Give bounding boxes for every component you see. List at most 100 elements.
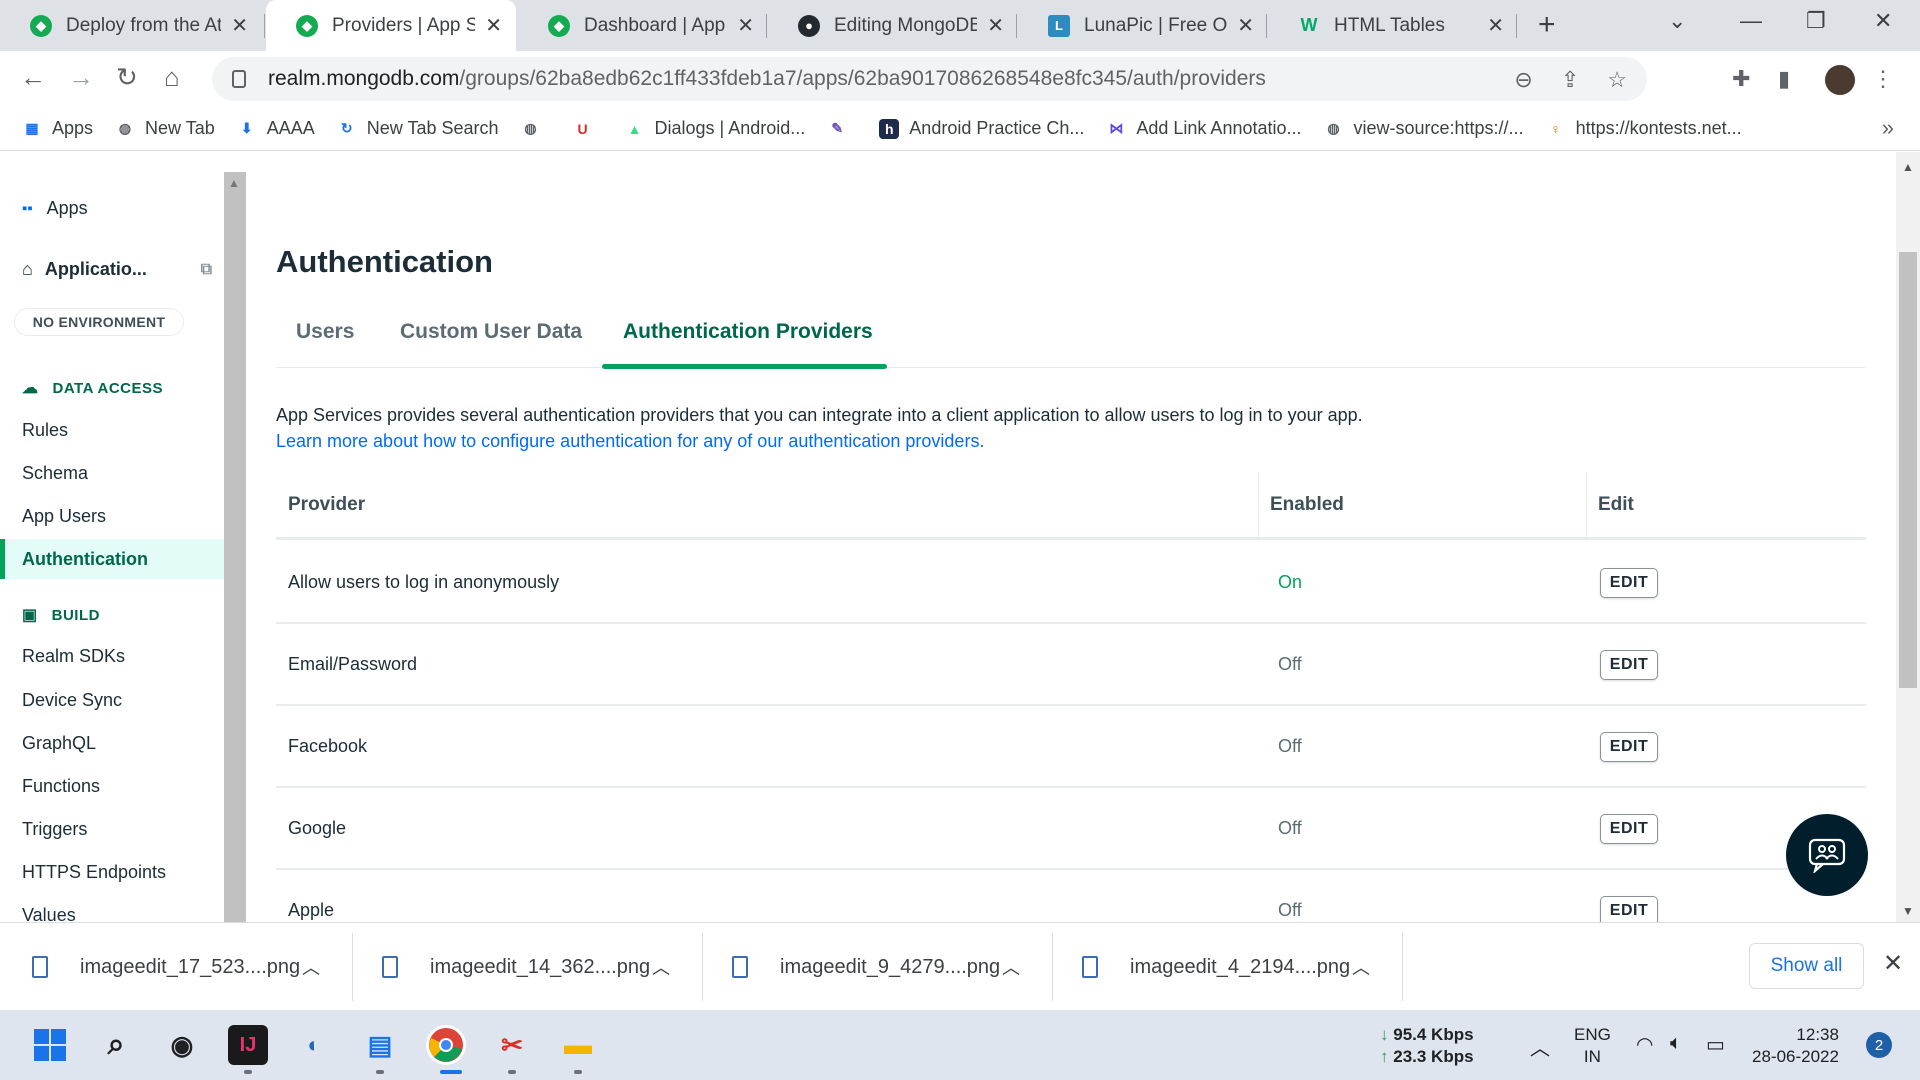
snipping-tool-icon[interactable]: ✂ — [492, 1025, 532, 1065]
intellij-icon[interactable]: IJ — [228, 1025, 268, 1065]
bookmark-dialogs-android[interactable]: ▲ Dialogs | Android... — [625, 118, 806, 139]
show-hidden-icons-icon[interactable]: ︿ — [1530, 1032, 1550, 1061]
notification-badge[interactable]: 2 — [1866, 1032, 1892, 1058]
back-icon[interactable]: ← — [20, 62, 46, 93]
input-language[interactable]: ENG IN — [1574, 1024, 1611, 1068]
share-icon[interactable]: ⇪ — [1561, 67, 1579, 93]
volume-icon[interactable]: 🔈︎ — [1670, 1032, 1682, 1055]
close-window-icon[interactable]: ✕ — [1874, 8, 1892, 34]
camera-icon[interactable]: ◉ — [162, 1025, 202, 1065]
download-item[interactable]: imageedit_9_4279....png ︿ — [700, 923, 1050, 1011]
sidebar-scrollbar[interactable] — [224, 172, 246, 922]
close-shelf-icon[interactable]: ✕ — [1883, 949, 1903, 978]
system-clock[interactable]: 12:38 28-06-2022 — [1752, 1024, 1839, 1068]
search-icon[interactable]: ⌕ — [96, 1025, 136, 1065]
minimize-icon[interactable]: — — [1740, 8, 1762, 34]
header-enabled[interactable]: Enabled — [1270, 494, 1344, 516]
learn-more-link[interactable]: Learn more about how to configure authen… — [276, 428, 984, 454]
forward-icon[interactable]: → — [68, 62, 94, 93]
restore-icon[interactable]: ❐ — [1806, 8, 1826, 34]
chevron-up-icon[interactable]: ︿ — [1352, 954, 1370, 980]
download-item[interactable]: imageedit_14_362....png ︿ — [350, 923, 700, 1011]
file-explorer-icon[interactable]: ▬ — [558, 1025, 598, 1065]
browser-tab-5[interactable]: W HTML Tables ✕ — [1268, 0, 1518, 51]
sidebar-item-app-users[interactable]: App Users — [22, 506, 106, 527]
chevron-up-icon[interactable]: ︿ — [1002, 954, 1020, 980]
sidebar-item-graphql[interactable]: GraphQL — [22, 733, 96, 754]
whatsapp-like-icon[interactable]: ◐ — [294, 1025, 334, 1065]
bookmark-view-source[interactable]: ◍ view-source:https://... — [1324, 118, 1523, 139]
edit-button[interactable]: EDIT — [1600, 896, 1658, 922]
bookmark-feather[interactable]: ✎ — [827, 119, 857, 139]
scroll-up-arrow-icon[interactable]: ▲ — [228, 176, 240, 190]
bookmark-add-link-annotation[interactable]: ⋈ Add Link Annotatio... — [1106, 118, 1301, 139]
close-tab-icon[interactable]: ✕ — [231, 13, 248, 38]
header-provider[interactable]: Provider — [288, 494, 365, 516]
sidebar-item-realm-sdks[interactable]: Realm SDKs — [22, 646, 125, 667]
sidebar-item-functions[interactable]: Functions — [22, 776, 100, 797]
close-tab-icon[interactable]: ✕ — [485, 13, 502, 38]
sidebar-apps-link[interactable]: ▪▪ Apps — [22, 198, 88, 219]
address-bar[interactable]: realm.mongodb.com/groups/62ba8edb62c1ff4… — [212, 57, 1647, 101]
close-tab-icon[interactable]: ✕ — [987, 13, 1004, 38]
show-all-downloads-button[interactable]: Show all — [1749, 943, 1864, 989]
browser-tab-1[interactable]: ◆ Providers | App Ser ✕ — [266, 0, 516, 51]
tab-users[interactable]: Users — [296, 320, 354, 344]
side-panel-icon[interactable]: ▮ — [1778, 66, 1790, 92]
bookmark-android-practice[interactable]: h Android Practice Ch... — [879, 118, 1084, 139]
reload-icon[interactable]: ↻ — [116, 62, 138, 93]
home-icon[interactable]: ⌂ — [164, 62, 180, 93]
new-tab-button[interactable]: + — [1538, 8, 1556, 42]
bookmark-globe[interactable]: ◍ — [521, 119, 551, 139]
edit-button[interactable]: EDIT — [1600, 650, 1658, 680]
scroll-down-arrow-icon[interactable]: ▼ — [1902, 904, 1914, 918]
bookmark-new-tab-search[interactable]: ↻ New Tab Search — [337, 118, 499, 139]
edit-button[interactable]: EDIT — [1600, 732, 1658, 762]
bookmark-aaaa[interactable]: ⬇ AAAA — [237, 118, 315, 139]
scroll-up-arrow-icon[interactable]: ▲ — [1902, 160, 1914, 174]
lock-icon[interactable] — [232, 70, 246, 88]
wifi-icon[interactable]: ◠ — [1636, 1032, 1653, 1057]
sidebar-item-values[interactable]: Values — [22, 905, 76, 922]
chevron-up-icon[interactable]: ︿ — [302, 954, 320, 980]
chat-support-button[interactable] — [1786, 814, 1868, 896]
sidebar-item-device-sync[interactable]: Device Sync — [22, 690, 122, 711]
zoom-icon[interactable]: ⊖ — [1514, 67, 1532, 93]
extensions-icon[interactable]: ✚ — [1732, 66, 1750, 92]
browser-tab-4[interactable]: L LunaPic | Free Onlin ✕ — [1018, 0, 1268, 51]
bookmark-apps[interactable]: ▦ Apps — [22, 118, 93, 139]
bookmark-kontests[interactable]: ♀ https://kontests.net... — [1546, 118, 1741, 139]
notepad-icon[interactable]: ▤ — [360, 1025, 400, 1065]
copy-icon[interactable]: ⧉ — [201, 261, 212, 279]
download-item[interactable]: imageedit_4_2194....png ︿ — [1050, 923, 1400, 1011]
more-bookmarks-icon[interactable]: » — [1882, 115, 1894, 141]
profile-avatar[interactable] — [1825, 65, 1855, 95]
close-tab-icon[interactable]: ✕ — [1487, 13, 1504, 38]
sidebar-item-https-endpoints[interactable]: HTTPS Endpoints — [22, 862, 166, 883]
page-scrollbar-thumb[interactable] — [1899, 252, 1917, 688]
sidebar-item-schema[interactable]: Schema — [22, 463, 88, 484]
chrome-icon[interactable] — [426, 1025, 466, 1065]
battery-icon[interactable]: ▭ — [1706, 1032, 1725, 1057]
sidebar-item-triggers[interactable]: Triggers — [22, 819, 87, 840]
tab-authentication-providers[interactable]: Authentication Providers — [623, 320, 873, 344]
edit-button[interactable]: EDIT — [1600, 568, 1658, 598]
download-item[interactable]: imageedit_17_523....png ︿ — [0, 923, 350, 1011]
windows-start-icon[interactable] — [30, 1025, 70, 1065]
bookmark-u[interactable]: U — [573, 119, 603, 139]
bookmark-new-tab[interactable]: ◍ New Tab — [115, 118, 215, 139]
sidebar-item-authentication[interactable]: Authentication — [0, 539, 224, 579]
browser-tab-0[interactable]: ◆ Deploy from the At ✕ — [0, 0, 262, 51]
sidebar-item-rules[interactable]: Rules — [22, 420, 68, 441]
close-tab-icon[interactable]: ✕ — [737, 13, 754, 38]
bookmark-star-icon[interactable]: ☆ — [1607, 67, 1627, 93]
tab-custom-user-data[interactable]: Custom User Data — [400, 320, 582, 344]
tab-search-icon[interactable]: ⌄ — [1668, 8, 1686, 34]
chevron-up-icon[interactable]: ︿ — [652, 954, 670, 980]
close-tab-icon[interactable]: ✕ — [1237, 13, 1254, 38]
browser-tab-3[interactable]: ● Editing MongoDB-I ✕ — [768, 0, 1018, 51]
sidebar-app-name[interactable]: ⌂ Applicatio... ⧉ — [22, 259, 212, 280]
browser-tab-2[interactable]: ◆ Dashboard | App S ✕ — [518, 0, 768, 51]
browser-menu-icon[interactable]: ⋮ — [1872, 66, 1894, 92]
edit-button[interactable]: EDIT — [1600, 814, 1658, 844]
